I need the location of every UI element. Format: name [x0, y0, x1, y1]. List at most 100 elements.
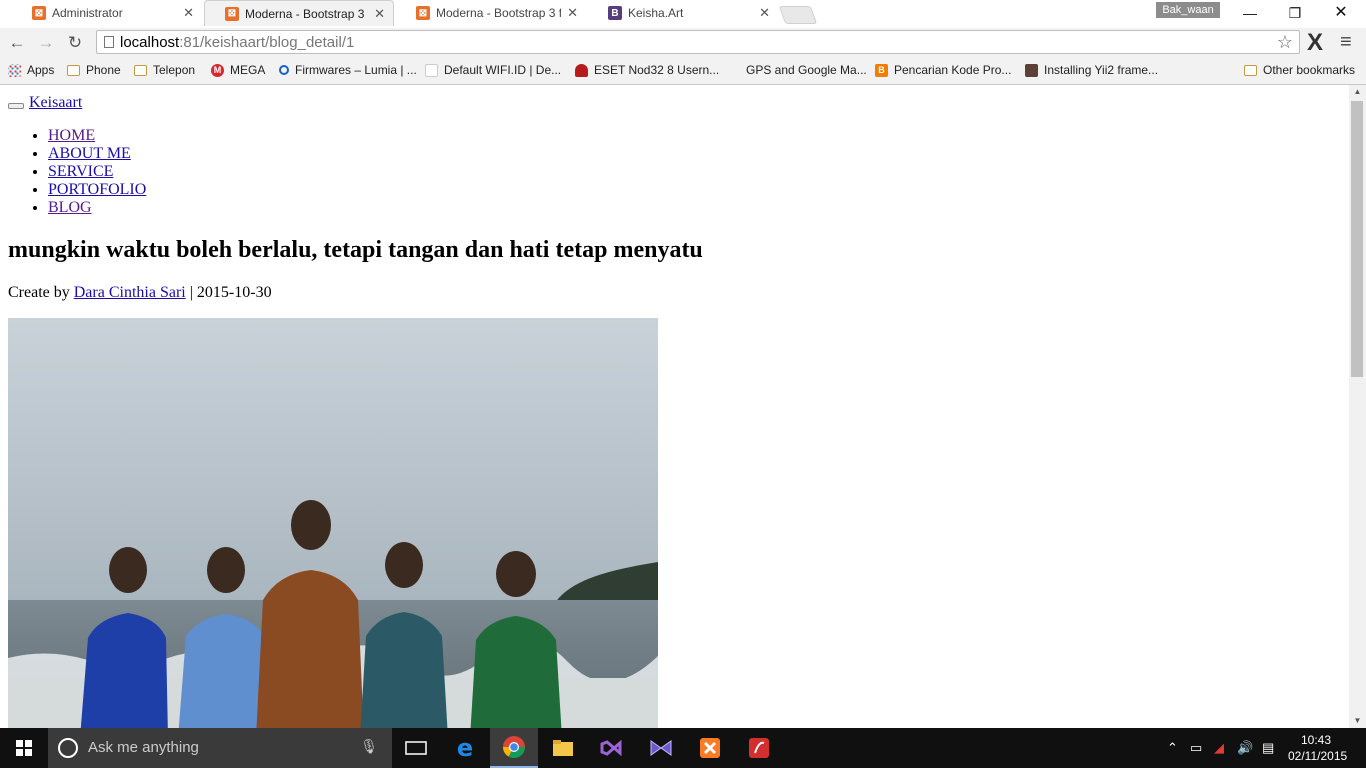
nav-link-portofolio[interactable]: PORTOFOLIO [48, 181, 146, 198]
bookmark-telepon[interactable]: Telepon [134, 63, 195, 77]
bookmark-mega[interactable]: M MEGA [211, 63, 265, 77]
scroll-up-arrow-icon[interactable]: ▲ [1349, 85, 1366, 99]
post-title: mungkin waktu boleh berlalu, tetapi tang… [8, 237, 703, 263]
url-path: :81/keishaart/blog_detail/1 [179, 34, 355, 51]
bookmark-label: Installing Yii2 frame... [1044, 63, 1159, 77]
nav-item-blog: BLOG [48, 199, 146, 217]
volume-icon[interactable]: 🔊 [1237, 740, 1253, 756]
nav-item-about: ABOUT ME [48, 145, 146, 163]
tab-keisha-art[interactable]: B Keisha.Art ✕ [588, 0, 778, 26]
bookmark-label: MEGA [230, 63, 266, 77]
tab-administrator[interactable]: ⊠ Administrator ✕ [12, 0, 202, 26]
xampp-taskbar-icon[interactable] [686, 728, 734, 768]
bookmark-apps[interactable]: Apps [8, 63, 54, 77]
bookmark-label: Firmwares – Lumia | ... [295, 63, 417, 77]
back-arrow-icon[interactable]: ← [6, 32, 28, 54]
minimize-icon[interactable]: — [1227, 0, 1273, 26]
restore-icon[interactable]: ❐ [1272, 0, 1318, 26]
brand-link[interactable]: Keisaart [29, 94, 82, 111]
network-icon[interactable]: ◢ [1214, 740, 1224, 756]
bookmark-label: Other bookmarks [1263, 63, 1356, 77]
close-tab-icon[interactable]: ✕ [759, 5, 770, 21]
bookmark-label: Default WIFI.ID | De... [444, 63, 562, 77]
task-view-icon[interactable] [392, 728, 440, 768]
main-nav: HOME ABOUT ME SERVICE PORTOFOLIO BLOG [8, 127, 146, 217]
battery-icon[interactable]: ▭ [1190, 740, 1202, 756]
close-window-icon[interactable]: ✕ [1318, 0, 1364, 26]
bookmark-eset[interactable]: ESET Nod32 8 Usern... [575, 63, 719, 77]
url-text[interactable]: localhost:81/keishaart/blog_detail/1 [120, 34, 354, 51]
bookmark-gps[interactable]: GPS and Google Ma... [746, 63, 867, 77]
scrollbar-thumb[interactable] [1351, 101, 1363, 377]
bookmark-label: GPS and Google Ma... [746, 63, 867, 77]
apps-grid-icon [8, 63, 21, 77]
start-button[interactable] [0, 728, 48, 768]
bookmark-label: Pencarian Kode Pro... [894, 63, 1012, 77]
scroll-down-arrow-icon[interactable]: ▼ [1349, 714, 1366, 728]
nav-item-portofolio: PORTOFOLIO [48, 181, 146, 199]
reload-icon[interactable]: ↻ [64, 32, 86, 54]
navbar-toggle-button[interactable] [8, 103, 24, 109]
firmware-icon [279, 65, 289, 75]
meta-prefix: Create by [8, 284, 70, 301]
nav-link-service[interactable]: SERVICE [48, 163, 113, 180]
bootstrap-icon: B [608, 6, 622, 20]
show-hidden-icons-chevron-icon[interactable]: ⌃ [1167, 740, 1178, 756]
nav-link-blog[interactable]: BLOG [48, 199, 92, 216]
address-bar[interactable]: localhost:81/keishaart/blog_detail/1 ☆ [96, 30, 1300, 54]
new-tab-button[interactable] [778, 6, 818, 24]
post-meta: Create by Dara Cinthia Sari | 2015-10-30 [8, 284, 272, 302]
bookmark-label: Phone [86, 63, 121, 77]
bookmark-star-icon[interactable]: ☆ [1277, 32, 1293, 53]
author-link[interactable]: Dara Cinthia Sari [74, 284, 186, 301]
clock-time: 10:43 [1300, 733, 1332, 747]
file-explorer-icon[interactable] [539, 728, 587, 768]
bookmark-wifi-id[interactable]: Default WIFI.ID | De... [425, 63, 561, 77]
microphone-icon[interactable]: 🎙 [360, 738, 378, 755]
mega-icon: M [211, 63, 224, 77]
close-tab-icon[interactable]: ✕ [374, 6, 385, 22]
system-clock[interactable]: 10:43 02/11/2015 [1288, 732, 1347, 764]
tab-strip: ⊠ Administrator ✕ ⊠ Moderna - Bootstrap … [0, 0, 1366, 28]
flash-app-icon[interactable] [735, 728, 783, 768]
chrome-icon[interactable] [490, 728, 538, 768]
chrome-menu-icon[interactable]: ≡ [1340, 31, 1352, 54]
tab-title: Moderna - Bootstrap 3 fla [245, 6, 369, 21]
profile-button[interactable]: Bak_waan [1156, 2, 1220, 18]
close-tab-icon[interactable]: ✕ [567, 5, 578, 21]
page-scrollbar[interactable]: ▲ ▼ [1349, 85, 1366, 728]
cortana-search-box[interactable]: Ask me anything 🎙 [48, 728, 392, 768]
tab-moderna[interactable]: ⊠ Moderna - Bootstrap 3 fla ✕ [396, 0, 586, 26]
extension-x-icon[interactable]: X [1307, 29, 1323, 57]
bookmark-firmwares[interactable]: Firmwares – Lumia | ... [279, 63, 417, 77]
post-date: 2015-10-30 [196, 284, 272, 301]
forward-arrow-icon[interactable]: → [35, 32, 57, 54]
xampp-icon: ⊠ [225, 6, 239, 21]
blogger-icon: B [875, 63, 888, 77]
folder-icon [67, 64, 80, 76]
bookmark-yii2[interactable]: Installing Yii2 frame... [1025, 63, 1158, 77]
url-host: localhost [120, 34, 180, 51]
tab-title: Keisha.Art [628, 6, 684, 20]
xampp-icon: ⊠ [416, 6, 430, 20]
action-center-icon[interactable]: ▤ [1262, 740, 1274, 756]
edge-icon[interactable]: e [441, 728, 489, 768]
eset-icon [575, 63, 588, 77]
bookmark-phone[interactable]: Phone [67, 63, 121, 77]
page-viewport: Keisaart HOME ABOUT ME SERVICE PORTOFOLI… [0, 85, 1349, 728]
bookmark-pencarian[interactable]: B Pencarian Kode Pro... [875, 63, 1011, 77]
nav-link-about[interactable]: ABOUT ME [48, 145, 131, 162]
visual-studio-icon[interactable] [588, 728, 636, 768]
folder-icon [1244, 64, 1257, 76]
close-tab-icon[interactable]: ✕ [183, 5, 194, 21]
bookmark-other[interactable]: Other bookmarks [1244, 63, 1355, 77]
tab-title: Administrator [52, 6, 123, 20]
navbar-header: Keisaart [8, 94, 82, 112]
xampp-icon: ⊠ [32, 6, 46, 20]
bookmark-label: ESET Nod32 8 Usern... [594, 63, 720, 77]
tab-title: Moderna - Bootstrap 3 fla [436, 6, 562, 20]
tab-moderna-active[interactable]: ⊠ Moderna - Bootstrap 3 fla ✕ [204, 0, 394, 26]
visual-studio-bow-icon[interactable] [637, 728, 685, 768]
page-info-icon[interactable] [104, 36, 114, 48]
nav-link-home[interactable]: HOME [48, 127, 95, 144]
